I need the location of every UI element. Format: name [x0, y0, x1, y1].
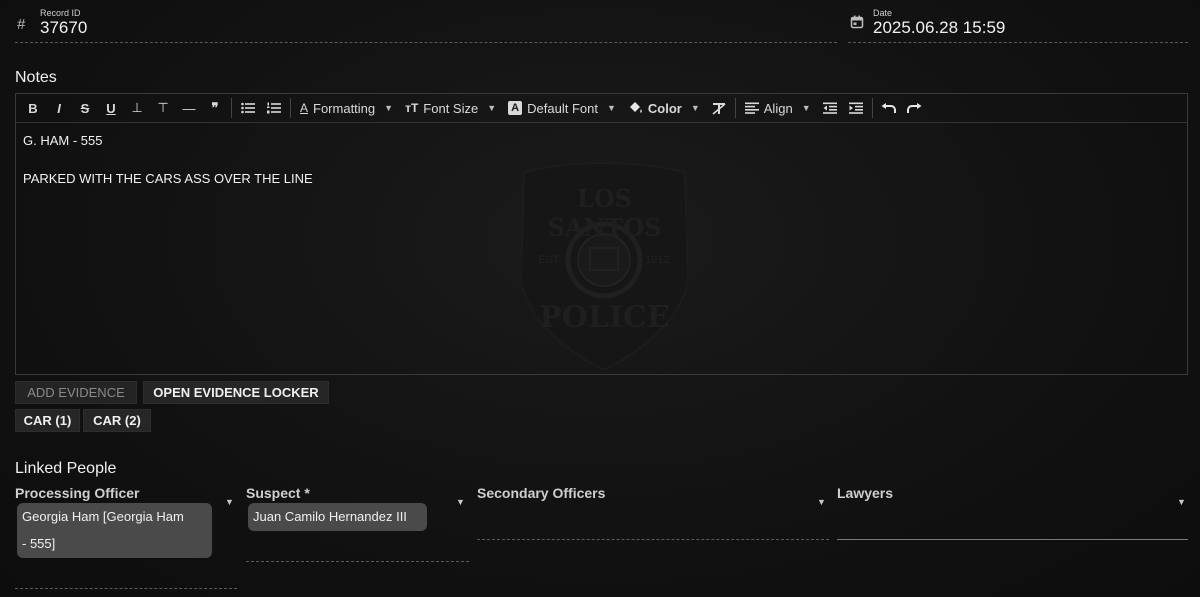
secondary-officers-label: Secondary Officers [477, 485, 606, 501]
notes-title: Notes [15, 69, 57, 86]
record-id-label: Record ID [40, 8, 81, 18]
text-format-icon: A [300, 101, 309, 115]
color-label: Color [647, 100, 682, 116]
lawyers-label: Lawyers [837, 485, 894, 501]
formatting-dropdown[interactable]: A Formatting ▼ [294, 97, 399, 119]
redo-icon [907, 102, 922, 113]
paint-bucket-icon [629, 102, 642, 113]
suspect-underline [246, 561, 469, 562]
superscript-button[interactable]: ⊤ [150, 97, 176, 119]
default-font-label: Default Font [527, 100, 598, 116]
lspd-badge-watermark: LOS SANTOS EST. 1912 POLICE [518, 160, 691, 372]
numbered-list-button[interactable] [261, 97, 287, 119]
outdent-icon [822, 102, 837, 114]
undo-button[interactable] [876, 97, 902, 119]
align-dropdown[interactable]: Align ▼ [739, 97, 817, 119]
evidence-item-car-2[interactable]: CAR (2) [83, 409, 151, 432]
font-icon: A [508, 101, 523, 115]
add-evidence-button[interactable]: ADD EVIDENCE [15, 381, 137, 404]
secondary-officers-input[interactable] [477, 539, 829, 540]
suspect-chip[interactable]: Juan Camilo Hernandez III [248, 503, 427, 531]
horizontal-rule-button[interactable]: — [176, 97, 202, 119]
numbered-list-icon [267, 102, 281, 114]
caret-down-icon: ▼ [384, 103, 394, 113]
bullet-list-icon [241, 102, 255, 114]
badge-est-text: EST. [538, 254, 562, 266]
align-label: Align [763, 100, 793, 116]
calendar-icon [850, 15, 864, 33]
badge-top-text: LOS SANTOS [547, 184, 662, 242]
date-field[interactable]: Date 2025.06.28 15:59 [848, 6, 1188, 43]
toolbar-divider [734, 98, 736, 118]
undo-icon [881, 102, 897, 113]
redo-button[interactable] [902, 97, 928, 119]
toolbar-divider [871, 98, 873, 118]
editor-toolbar: B I S U ⊥ ⊤ — ❞ A Formatting ▼ ᴛT Font S… [16, 94, 1187, 123]
font-size-dropdown[interactable]: ᴛT Font Size ▼ [399, 97, 502, 119]
caret-down-icon: ▼ [606, 103, 616, 113]
badge-year-text: 1912 [645, 254, 670, 266]
badge-bottom-text: POLICE [539, 300, 670, 335]
processing-officer-label: Processing Officer [15, 485, 140, 501]
bullet-list-button[interactable] [235, 97, 261, 119]
underline-button[interactable]: U [98, 97, 124, 119]
linked-people-title: Linked People [15, 460, 117, 477]
processing-officer-underline [15, 588, 237, 589]
hash-icon: # [17, 16, 26, 33]
caret-down-icon: ▼ [690, 103, 700, 113]
caret-down-icon: ▼ [801, 103, 811, 113]
open-evidence-locker-button[interactable]: OPEN EVIDENCE LOCKER [143, 381, 329, 404]
font-size-label: Font Size [423, 100, 479, 116]
toolbar-divider [290, 98, 291, 118]
italic-button[interactable]: I [46, 97, 72, 119]
date-value: 2025.06.28 15:59 [873, 18, 1006, 37]
note-line: G. HAM - 555 [23, 133, 103, 148]
caret-down-icon[interactable]: ▼ [817, 497, 826, 507]
subscript-button[interactable]: ⊥ [124, 97, 150, 119]
record-id-value: 37670 [40, 18, 88, 37]
suspect-label: Suspect * [246, 485, 310, 501]
default-font-dropdown[interactable]: A Default Font ▼ [502, 97, 622, 119]
clear-format-button[interactable] [706, 97, 732, 119]
caret-down-icon[interactable]: ▼ [456, 497, 465, 507]
strikethrough-button[interactable]: S [72, 97, 98, 119]
processing-officer-chip[interactable]: Georgia Ham [Georgia Ham - 555] [17, 503, 212, 558]
indent-icon [848, 102, 863, 114]
formatting-label: Formatting [313, 100, 376, 116]
date-label: Date [873, 8, 893, 18]
caret-down-icon[interactable]: ▼ [225, 497, 234, 507]
color-dropdown[interactable]: Color ▼ [622, 97, 706, 119]
align-left-icon [744, 102, 759, 114]
chip-text-line: Georgia Ham [Georgia Ham [22, 509, 184, 524]
clear-format-icon [712, 102, 726, 115]
blockquote-button[interactable]: ❞ [202, 97, 228, 119]
outdent-button[interactable] [817, 97, 843, 119]
lawyers-input[interactable] [837, 539, 1188, 540]
indent-button[interactable] [843, 97, 869, 119]
evidence-item-car-1[interactable]: CAR (1) [15, 409, 80, 432]
caret-down-icon[interactable]: ▼ [1177, 497, 1186, 507]
caret-down-icon: ▼ [487, 103, 497, 113]
font-size-icon: ᴛT [405, 101, 419, 115]
chip-text-line: - 555] [22, 536, 56, 551]
bold-button[interactable]: B [20, 97, 46, 119]
record-id-field: # Record ID 37670 [15, 6, 837, 43]
toolbar-divider [231, 98, 232, 118]
